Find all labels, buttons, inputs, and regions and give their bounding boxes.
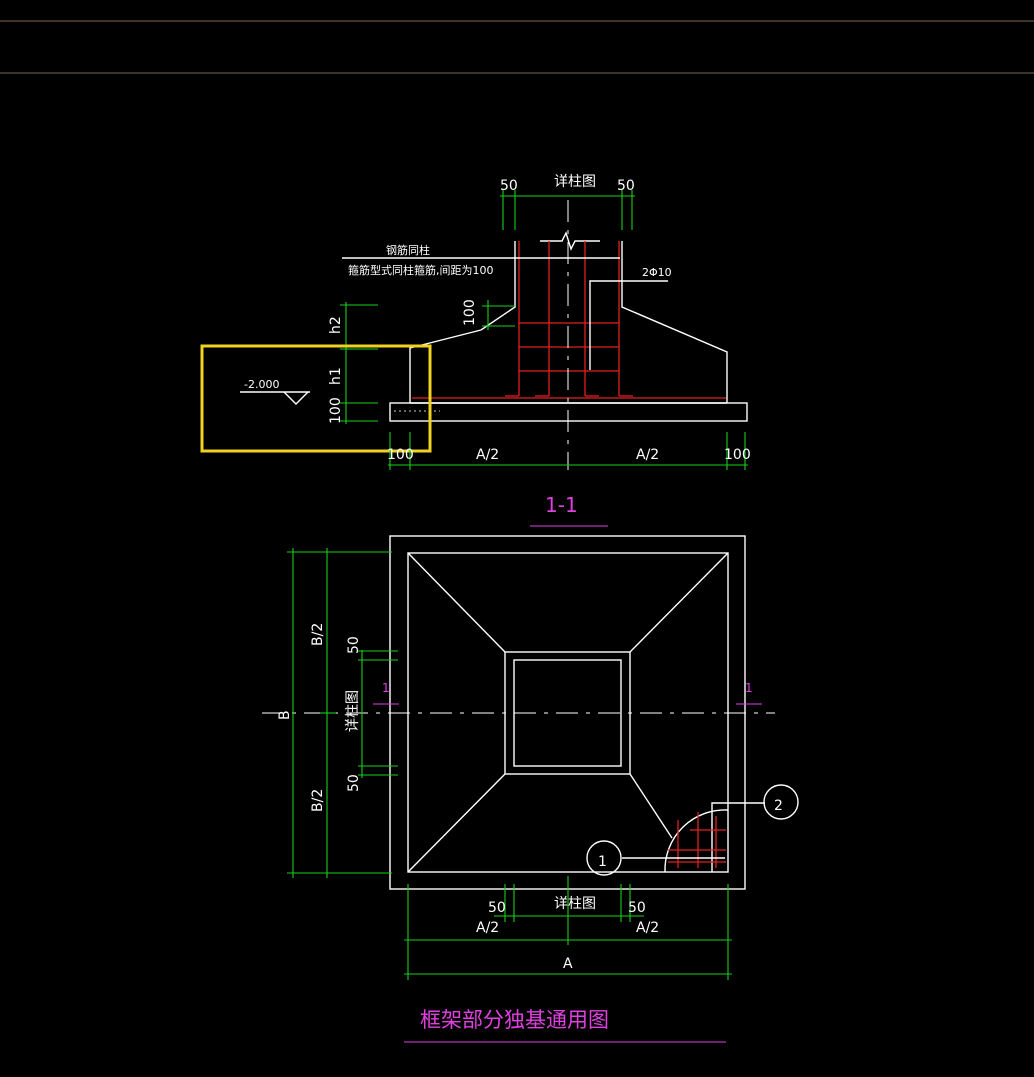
dim-50-top: 50 (346, 636, 362, 654)
dim-100-right: 100 (724, 447, 751, 463)
dim-50-bottom: 50 (346, 774, 362, 792)
bubble-2-label: 2 (774, 798, 783, 814)
rebar-leader (589, 280, 668, 370)
col-detail-label-bottom: 详柱图 (554, 896, 596, 912)
highlight-box[interactable] (200, 344, 432, 453)
foundation-drawing: 50 详柱图 50 钢筋同柱 箍筋型式同柱箍筋,间距为100 2Φ10 100 … (0, 20, 1034, 1043)
cut-label-right: 1 (745, 681, 753, 695)
dim-100-vertical: 100 (462, 299, 478, 326)
dim-a-half-left-plan: A/2 (476, 920, 499, 936)
elevation-value: -2.000 (244, 378, 279, 391)
bubble-1-label: 1 (598, 854, 607, 870)
dim-b: B (277, 710, 293, 720)
section-title: 1-1 (545, 493, 578, 517)
dim-100-bottom: 100 (328, 397, 344, 424)
drawing-title: 框架部分独基通用图 (420, 1008, 609, 1032)
dim-a-half-left: A/2 (476, 447, 499, 463)
dim-50-bottom-right: 50 (628, 900, 646, 916)
dim-b-half-top: B/2 (310, 623, 326, 646)
dim-a: A (563, 956, 573, 972)
rebar-callout: 2Φ10 (642, 266, 672, 279)
dim-100-left: 100 (387, 447, 414, 463)
elevation-triangle (283, 391, 309, 405)
dim-50-left: 50 (500, 178, 518, 194)
note-line-1: 钢筋同柱 (386, 243, 430, 257)
column-outline-left (480, 241, 516, 331)
dim-b-half-bottom: B/2 (310, 789, 326, 812)
dim-a-half-right: A/2 (636, 447, 659, 463)
cut-label-left: 1 (382, 681, 390, 695)
column-outline-right (621, 241, 728, 403)
cad-canvas[interactable]: 50 详柱图 50 钢筋同柱 箍筋型式同柱箍筋,间距为100 2Φ10 100 … (0, 0, 1034, 1077)
dim-h1: h1 (328, 367, 344, 385)
dim-50-bottom-left: 50 (488, 900, 506, 916)
dim-50-right: 50 (617, 178, 635, 194)
col-detail-label: 详柱图 (554, 174, 596, 190)
section-view: 50 详柱图 50 钢筋同柱 箍筋型式同柱箍筋,间距为100 2Φ10 100 … (200, 174, 751, 527)
col-detail-label-vertical: 详柱图 (345, 690, 361, 732)
dim-a-half-right-plan: A/2 (636, 920, 659, 936)
dim-h2: h2 (328, 316, 344, 334)
note-line-2: 箍筋型式同柱箍筋,间距为100 (348, 263, 494, 277)
footing-slope-left (409, 329, 482, 403)
detail-arc (664, 809, 729, 873)
plan-view: 1 1 1 2 B/2 B/2 B 50 50 详柱图 50 详柱图 50 A/… (262, 535, 799, 980)
